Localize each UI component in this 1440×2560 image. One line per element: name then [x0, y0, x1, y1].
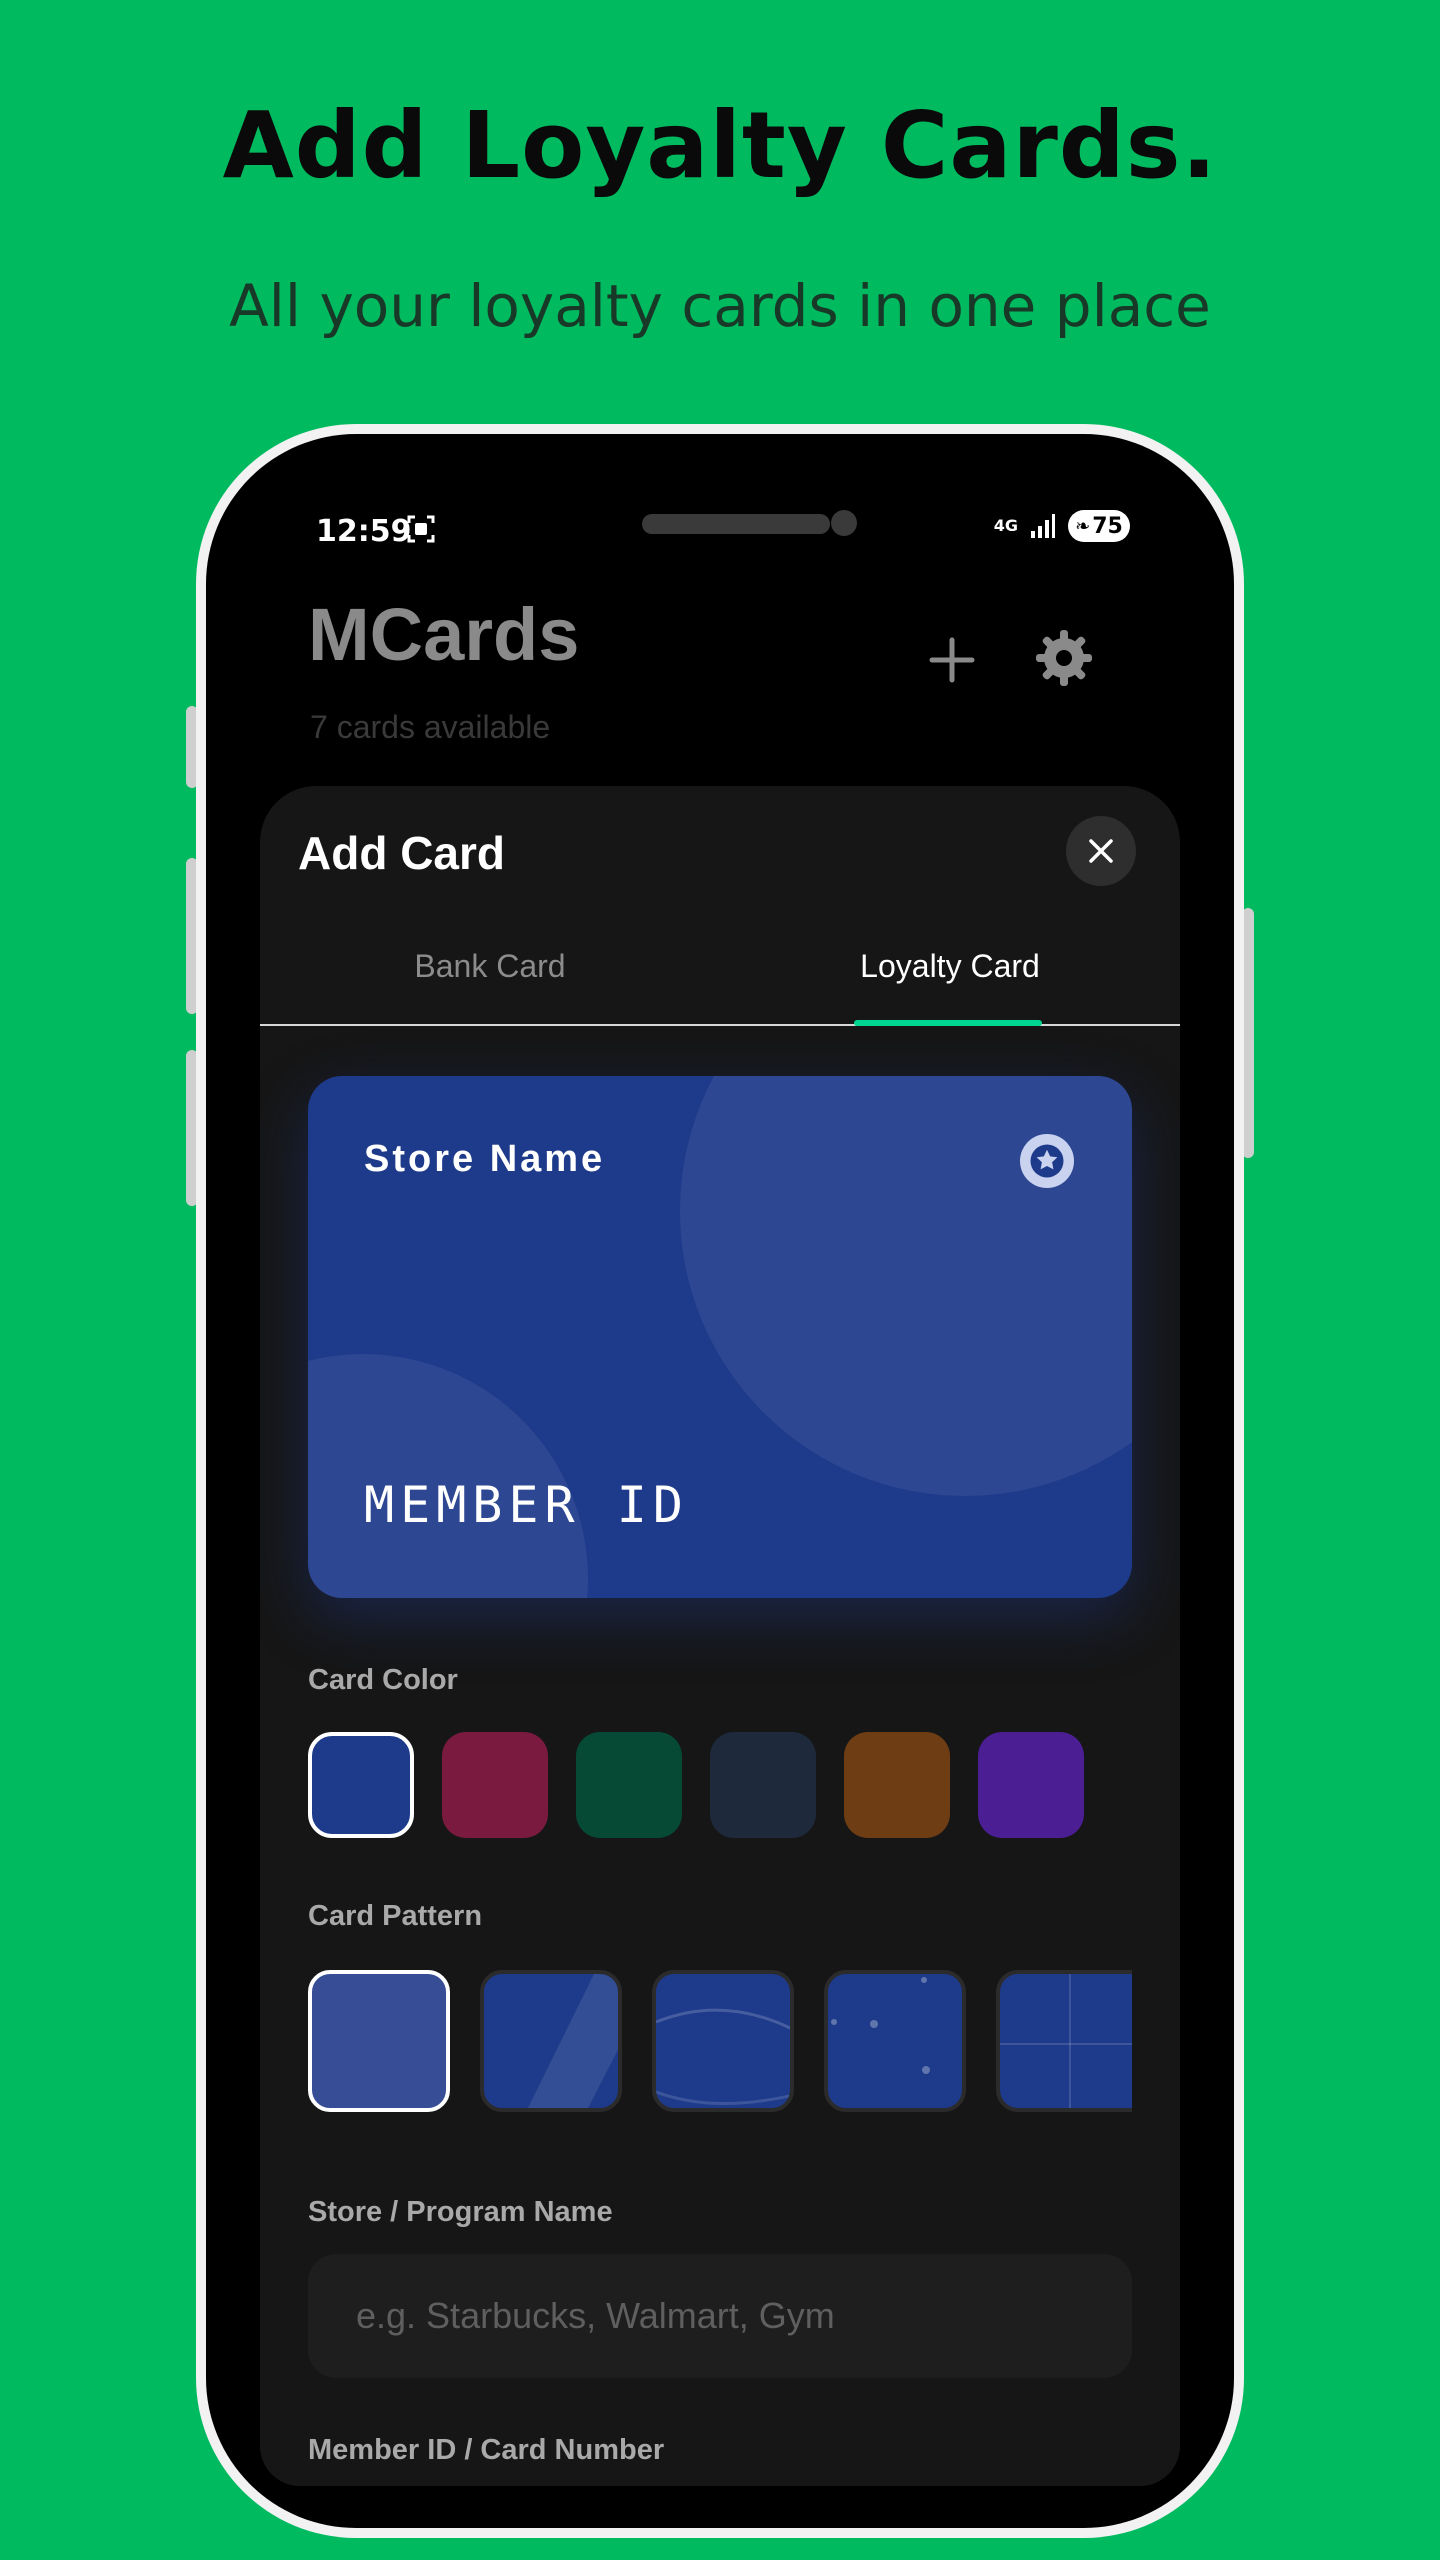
app-title: MCards	[308, 593, 580, 676]
status-indicators: 4G ❧ 75	[994, 510, 1130, 542]
phone-screen: 12:59 4G ❧ 75 MCards 7 cards available A…	[206, 434, 1234, 2528]
hero-subtitle: All your loyalty cards in one place	[229, 272, 1211, 340]
phone-frame: 12:59 4G ❧ 75 MCards 7 cards available A…	[196, 424, 1244, 2538]
card-pattern-label: Card Pattern	[308, 1900, 483, 1932]
screenshot-icon	[407, 515, 435, 543]
battery-leaf-icon: ❧	[1075, 515, 1091, 537]
active-tab-indicator	[854, 1020, 1042, 1026]
color-swatch-green[interactable]	[576, 1732, 682, 1838]
color-swatch-blue[interactable]	[308, 1732, 414, 1838]
grid-pattern-icon	[1000, 1974, 1132, 2108]
card-color-label: Card Color	[308, 1664, 458, 1696]
battery-level: 75	[1092, 513, 1123, 539]
phone-speaker	[642, 514, 830, 534]
pattern-waves[interactable]	[652, 1970, 794, 2112]
card-preview: Store Name MEMBER ID	[308, 1076, 1132, 1598]
close-button[interactable]	[1066, 816, 1136, 886]
network-type: 4G	[993, 516, 1018, 535]
phone-camera	[831, 510, 857, 536]
member-id-label: Member ID / Card Number	[308, 2434, 665, 2466]
color-swatch-slate[interactable]	[710, 1732, 816, 1838]
preview-member-id: MEMBER ID	[364, 1476, 689, 1534]
settings-gear-icon[interactable]	[1032, 626, 1096, 690]
diagonal-pattern-icon	[527, 1974, 618, 2108]
pattern-dots[interactable]	[824, 1970, 966, 2112]
battery-indicator: ❧ 75	[1068, 510, 1130, 542]
card-decor-circle	[680, 1076, 1132, 1496]
signal-icon	[1031, 514, 1055, 538]
pattern-solid[interactable]	[308, 1970, 450, 2112]
add-card-icon[interactable]	[922, 630, 982, 690]
tab-bank-card[interactable]: Bank Card	[260, 948, 720, 985]
star-icon	[1020, 1134, 1074, 1188]
store-name-field[interactable]	[308, 2254, 1132, 2378]
color-swatch-purple[interactable]	[978, 1732, 1084, 1838]
status-time: 12:59	[316, 514, 412, 549]
store-name-label: Store / Program Name	[308, 2196, 613, 2228]
tab-divider	[260, 1024, 1180, 1026]
pattern-diagonal[interactable]	[480, 1970, 622, 2112]
preview-store-name: Store Name	[364, 1138, 606, 1180]
store-name-input[interactable]	[308, 2254, 1132, 2378]
close-icon	[1089, 839, 1113, 863]
add-card-sheet: Add Card Bank Card Loyalty Card Store Na…	[260, 786, 1180, 2486]
color-swatch-crimson[interactable]	[442, 1732, 548, 1838]
cards-count: 7 cards available	[310, 709, 551, 745]
pattern-grid[interactable]	[996, 1970, 1132, 2112]
color-swatch-brown[interactable]	[844, 1732, 950, 1838]
tab-loyalty-card[interactable]: Loyalty Card	[720, 948, 1180, 985]
waves-pattern-icon	[656, 2008, 790, 2106]
sheet-title: Add Card	[298, 827, 505, 879]
dots-pattern-icon	[831, 1977, 930, 2074]
hero-title: Add Loyalty Cards.	[222, 92, 1218, 199]
